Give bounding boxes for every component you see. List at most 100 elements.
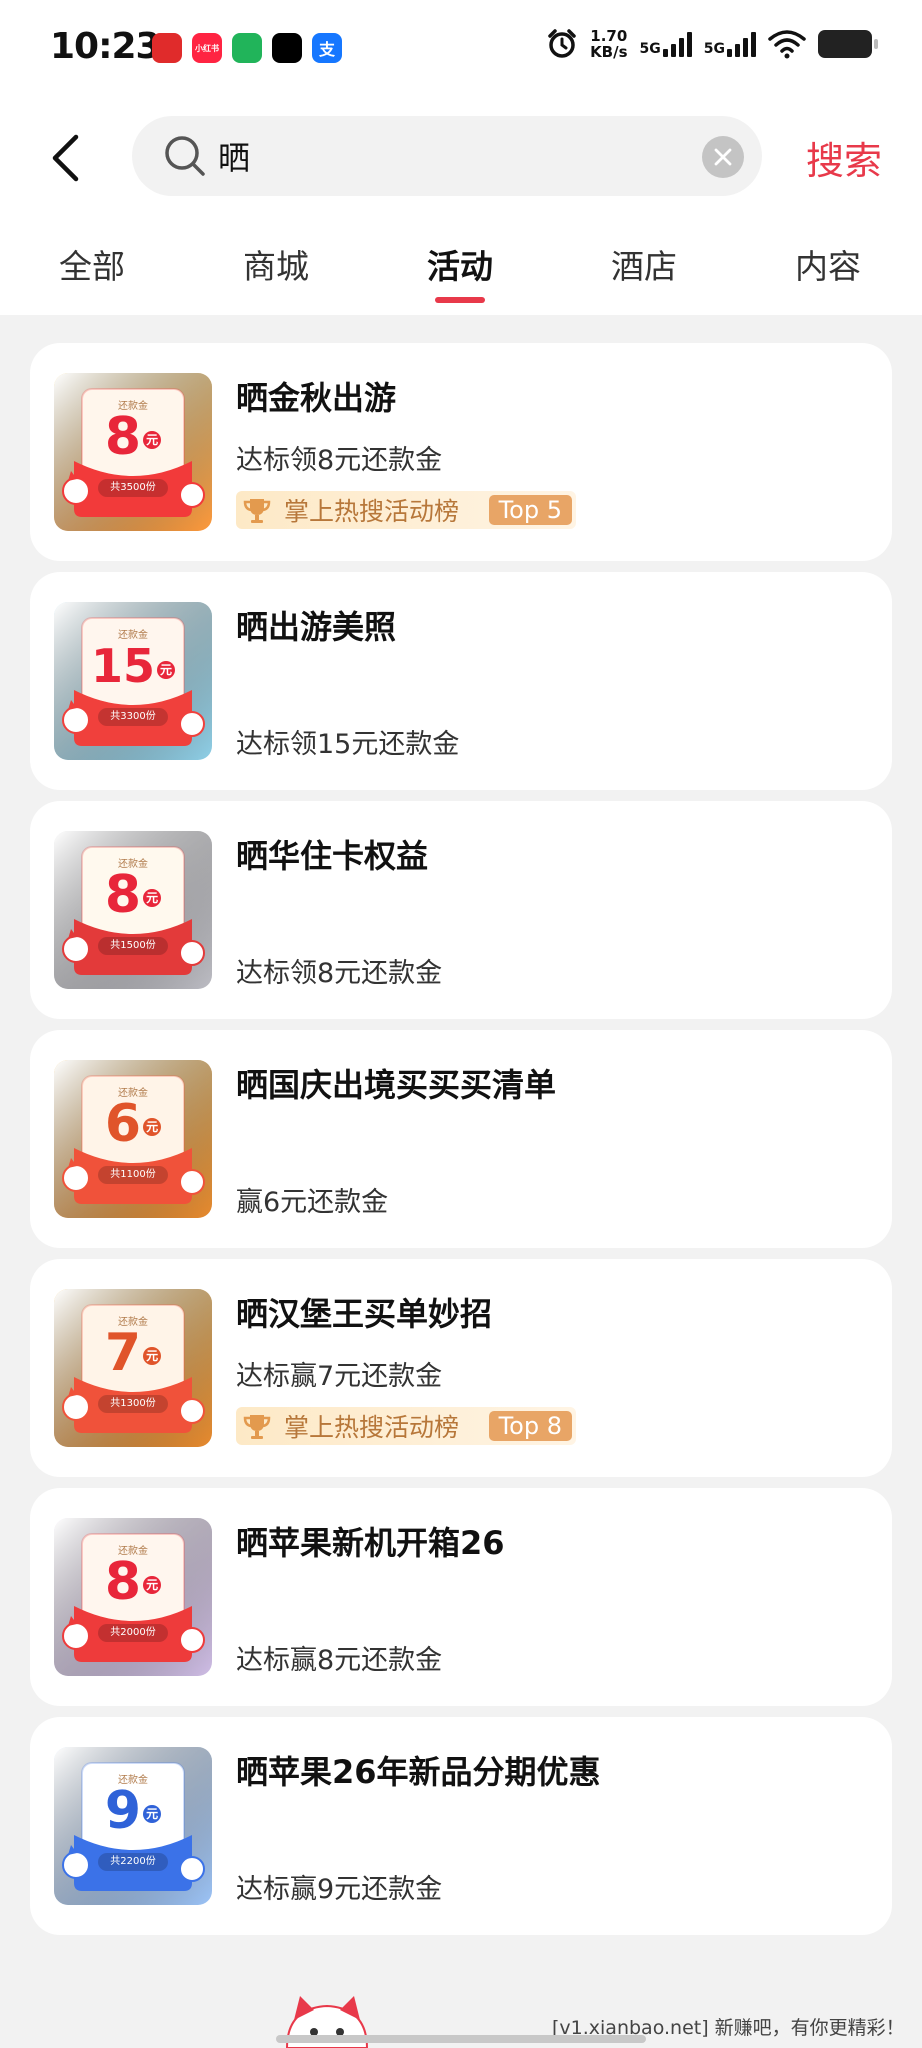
voucher-amount-unit: 元 (143, 431, 162, 449)
activity-title: 晒金秋出游 (236, 379, 397, 417)
status-time: 10:23 (50, 26, 161, 67)
activity-thumbnail: 还款金 8 元共3500份 (54, 373, 212, 531)
voucher-amount-number: 8 (104, 1552, 142, 1612)
signal-1: 5G (640, 31, 692, 57)
clear-search-button[interactable] (702, 136, 744, 178)
tab-label: 商城 (243, 247, 309, 286)
network-speed: 1.70 KB/s (590, 27, 628, 61)
signal-bars-icon (727, 31, 756, 57)
voucher-amount-number: 8 (104, 407, 142, 467)
rank-position-tag: Top 5 (488, 495, 572, 525)
voucher-amount-unit: 元 (157, 660, 176, 679)
activity-card[interactable]: 还款金 7 元共1300份 晒汉堡王买单妙招 达标赢7元还款金 掌上热搜活动榜 Top 8 (30, 1259, 892, 1477)
activity-list: 还款金 8 元共3500份 晒金秋出游 达标领8元还款金 掌上热搜活动榜 Top 5 还款金 1… (30, 343, 892, 1946)
voucher-count-pill: 共3500份 (98, 479, 168, 497)
search-button[interactable]: 搜索 (806, 130, 882, 185)
activity-subtitle: 达标领8元还款金 (236, 958, 443, 989)
activity-thumbnail: 还款金 8 元共2000份 (54, 1518, 212, 1676)
voucher-count-pill: 共2200份 (98, 1853, 168, 1871)
voucher-amount-number: 6 (104, 1094, 142, 1154)
voucher-amount: 8元 (54, 409, 212, 468)
activity-subtitle: 赢6元还款金 (236, 1187, 389, 1218)
back-arrow-icon (52, 134, 79, 182)
tiktok-icon (272, 33, 302, 63)
voucher-amount-unit: 元 (143, 1805, 162, 1823)
activity-title: 晒华住卡权益 (236, 837, 429, 875)
activity-card[interactable]: 还款金 8 元共1500份 晒华住卡权益 达标领8元还款金 (30, 801, 892, 1019)
activity-card[interactable]: 还款金 15 元共3300份 晒出游美照 达标领15元还款金 (30, 572, 892, 790)
close-icon (714, 148, 732, 166)
activity-title: 晒苹果新机开箱26 (236, 1524, 505, 1562)
activity-thumbnail: 还款金 6 元共1100份 (54, 1060, 212, 1218)
tab-label: 活动 (427, 247, 493, 286)
trophy-icon (243, 1415, 271, 1439)
tab-2[interactable]: 活动 (390, 240, 530, 303)
activity-title: 晒出游美照 (236, 608, 397, 646)
rank-position-tag: Top 8 (488, 1411, 572, 1441)
voucher-amount-unit: 元 (143, 1347, 162, 1365)
voucher-count-pill: 共1300份 (98, 1395, 168, 1413)
voucher-amount-number: 9 (104, 1781, 142, 1841)
voucher-amount: 9元 (54, 1783, 212, 1842)
voucher-count-pill: 共2000份 (98, 1624, 168, 1642)
voucher-amount: 8元 (54, 1554, 212, 1613)
search-query-text: 晒 (218, 139, 251, 177)
home-indicator[interactable] (276, 2035, 646, 2043)
tab-label: 全部 (59, 247, 125, 286)
voucher-amount: 7元 (54, 1325, 212, 1384)
tab-3[interactable]: 酒店 (574, 240, 714, 288)
activity-card[interactable]: 还款金 6 元共1100份 晒国庆出境买买买清单 赢6元还款金 (30, 1030, 892, 1248)
tab-label: 内容 (795, 247, 861, 286)
activity-thumbnail: 还款金 15 元共3300份 (54, 602, 212, 760)
voucher-amount-number: 15 (90, 639, 155, 693)
status-indicators: 1.70 KB/s 5G 5G (546, 27, 878, 61)
back-button[interactable] (40, 128, 90, 188)
alipay-icon: 支 (312, 33, 342, 63)
trophy-icon (243, 499, 271, 523)
search-header: 晒 搜索 全部 商城 活动 酒店 内容 (0, 100, 922, 315)
voucher-count-pill: 共1500份 (98, 937, 168, 955)
activity-subtitle: 达标领8元还款金 (236, 445, 443, 476)
voucher-amount-unit: 元 (143, 1118, 162, 1136)
voucher-count-pill: 共1100份 (98, 1166, 168, 1184)
search-input[interactable]: 晒 (132, 116, 762, 196)
activity-card[interactable]: 还款金 8 元共2000份 晒苹果新机开箱26 达标赢8元还款金 (30, 1488, 892, 1706)
hot-search-rank-badge[interactable]: 掌上热搜活动榜 Top 8 (236, 1407, 576, 1445)
tab-label: 酒店 (611, 247, 677, 286)
activity-title: 晒国庆出境买买买清单 (236, 1066, 557, 1104)
eye-app-icon (232, 33, 262, 63)
activity-subtitle: 达标领15元还款金 (236, 729, 460, 760)
tab-0[interactable]: 全部 (22, 240, 162, 288)
tab-4[interactable]: 内容 (758, 240, 898, 288)
voucher-amount-unit: 元 (143, 1576, 162, 1594)
activity-thumbnail: 还款金 8 元共1500份 (54, 831, 212, 989)
signal-bars-icon (662, 31, 692, 57)
voucher-amount-number: 7 (104, 1323, 142, 1383)
rank-label: 掌上热搜活动榜 (284, 1413, 460, 1442)
huawei-app-icon (152, 33, 182, 63)
voucher-amount-unit: 元 (143, 889, 162, 907)
battery-icon (818, 30, 878, 58)
activity-subtitle: 达标赢8元还款金 (236, 1645, 443, 1676)
tab-1[interactable]: 商城 (206, 240, 346, 288)
voucher-amount: 15 元 (54, 638, 212, 698)
activity-card[interactable]: 还款金 8 元共3500份 晒金秋出游 达标领8元还款金 掌上热搜活动榜 Top 5 (30, 343, 892, 561)
voucher-count-pill: 共3300份 (98, 708, 168, 726)
activity-subtitle: 达标赢9元还款金 (236, 1874, 443, 1905)
notification-icons: 小红书 支 (152, 33, 342, 63)
alarm-icon (548, 29, 576, 58)
wifi-icon (768, 30, 806, 59)
voucher-amount: 8元 (54, 867, 212, 926)
rank-label: 掌上热搜活动榜 (284, 497, 460, 526)
search-results-page: 10:23 小红书 支 1.70 KB/s 5G 5G 晒 搜索 全部 商城 活动… (0, 0, 922, 2048)
xiaohongshu-icon: 小红书 (192, 33, 222, 63)
activity-title: 晒汉堡王买单妙招 (236, 1295, 493, 1333)
signal-2: 5G (704, 31, 756, 57)
activity-card[interactable]: 还款金 9 元共2200份 晒苹果26年新品分期优惠 达标赢9元还款金 (30, 1717, 892, 1935)
voucher-amount-number: 8 (104, 865, 142, 925)
category-tabs: 全部 商城 活动 酒店 内容 (0, 240, 922, 315)
activity-subtitle: 达标赢7元还款金 (236, 1361, 443, 1392)
status-bar: 10:23 小红书 支 1.70 KB/s 5G 5G (0, 0, 922, 100)
hot-search-rank-badge[interactable]: 掌上热搜活动榜 Top 5 (236, 491, 576, 529)
search-icon (165, 136, 205, 176)
